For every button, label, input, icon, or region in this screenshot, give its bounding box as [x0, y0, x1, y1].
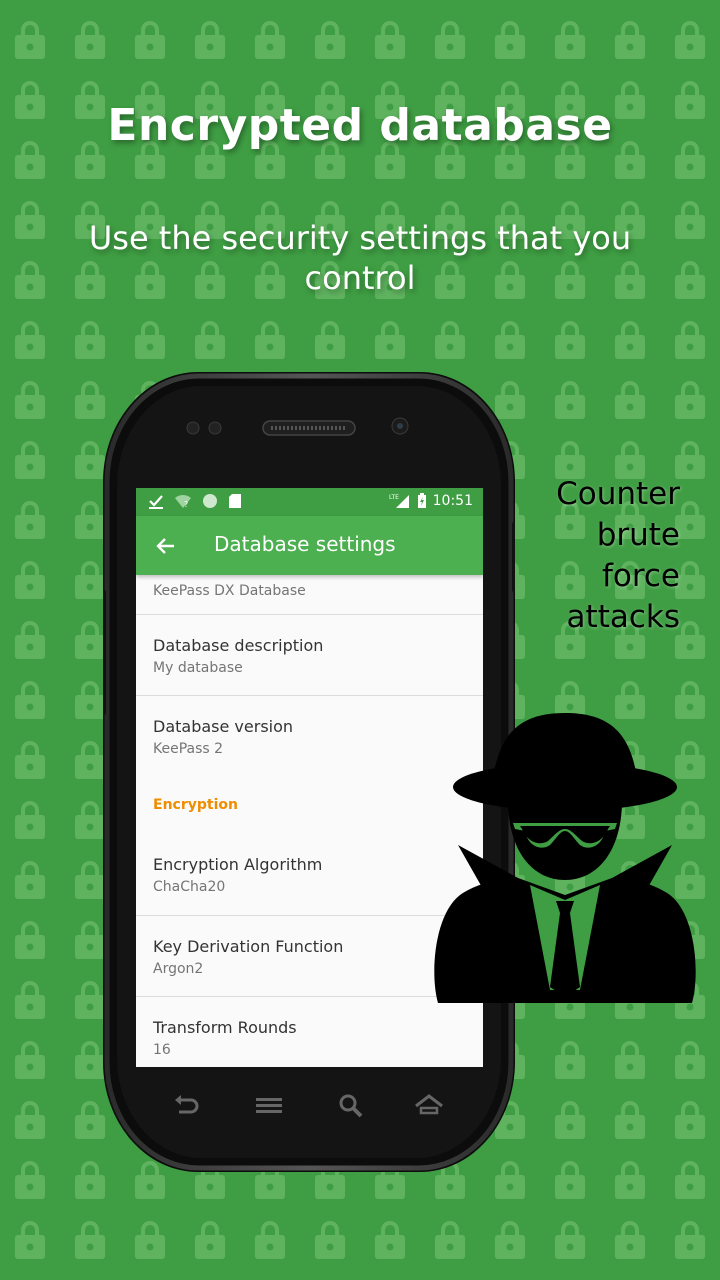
- back-key-icon[interactable]: [171, 1090, 203, 1122]
- pref-summary: My database: [153, 660, 243, 676]
- status-time: 10:51: [432, 493, 473, 509]
- pref-title: Encryption Algorithm: [153, 855, 323, 874]
- arrow-left-icon[interactable]: [150, 530, 182, 562]
- circle-icon: [203, 494, 217, 508]
- svg-text:?: ?: [184, 500, 188, 509]
- lte-signal-icon: LTE: [389, 494, 409, 508]
- network-label: LTE: [389, 494, 399, 501]
- status-bar: ? LTE 10:51: [136, 488, 483, 516]
- pref-title: Transform Rounds: [153, 1018, 297, 1037]
- check-icon: [149, 495, 163, 509]
- pref-title: Database description: [153, 636, 324, 655]
- app-bar: Database settings: [136, 516, 483, 575]
- menu-key-icon[interactable]: [253, 1090, 285, 1122]
- pref-summary: ChaCha20: [153, 879, 226, 895]
- home-key-icon[interactable]: [413, 1090, 445, 1122]
- pref-summary: Argon2: [153, 961, 204, 977]
- app-bar-title: Database settings: [214, 532, 396, 556]
- pref-database-description[interactable]: Database description My database: [136, 615, 483, 696]
- pref-summary: 16: [153, 1042, 171, 1058]
- headline-subtitle: Use the security settings that you contr…: [88, 219, 632, 297]
- spy-icon: [434, 713, 696, 1003]
- pref-summary: KeePass DX Database: [153, 583, 306, 599]
- sd-card-icon: [229, 494, 241, 508]
- battery-charging-icon: [417, 493, 426, 508]
- headline-title: Encrypted database: [107, 100, 613, 151]
- wifi-unknown-icon: ?: [175, 494, 191, 509]
- search-key-icon[interactable]: [335, 1090, 367, 1122]
- pref-title: Key Derivation Function: [153, 937, 344, 956]
- pref-summary: KeePass 2: [153, 741, 224, 757]
- pref-database-name[interactable]: KeePass DX Database: [136, 575, 483, 615]
- pref-title: Database version: [153, 717, 294, 736]
